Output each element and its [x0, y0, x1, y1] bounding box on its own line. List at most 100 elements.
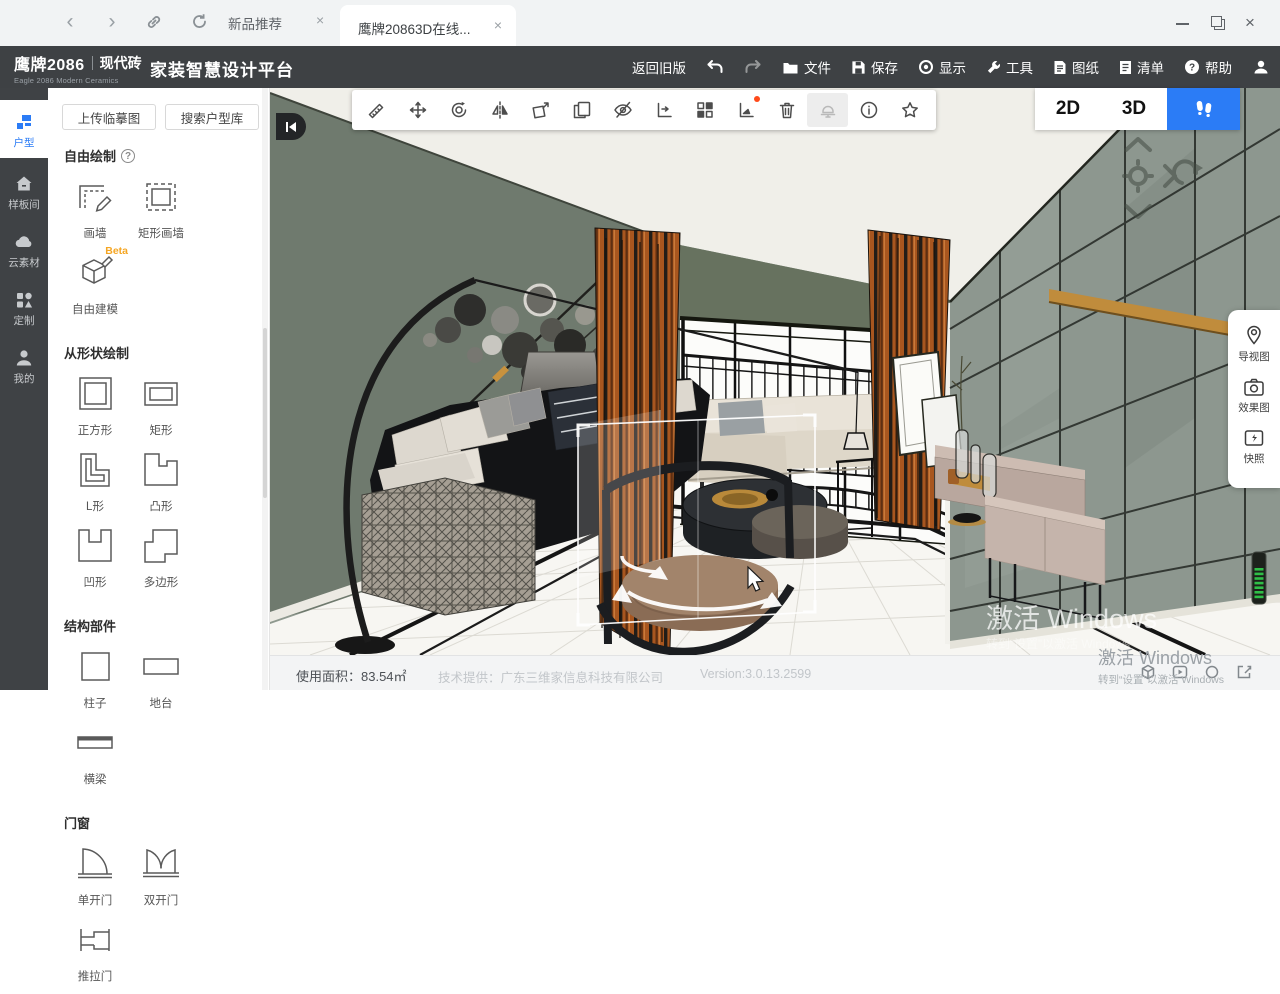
tab-close-icon[interactable]: ×	[494, 17, 502, 33]
link-icon[interactable]	[142, 13, 166, 37]
info-button[interactable]	[848, 93, 889, 127]
transform-tool-button[interactable]	[520, 93, 561, 127]
battery-indicator	[1252, 552, 1266, 604]
tool-l-shape[interactable]: L形	[62, 448, 128, 514]
render-image-button[interactable]: 效果图	[1238, 377, 1270, 415]
convex-shape-icon	[139, 448, 183, 492]
room-3d-scene: 激活 Windows 转到“设置”以激活 Windows	[270, 88, 1280, 655]
window-close-button[interactable]: ×	[1240, 13, 1260, 33]
video-icon[interactable]	[1172, 664, 1188, 680]
tool-convex-shape[interactable]: 凸形	[128, 448, 194, 514]
hide-tool-button[interactable]	[602, 93, 643, 127]
sidebar-item-custom[interactable]: 定制	[0, 290, 48, 328]
tools-menu[interactable]: 工具	[986, 57, 1033, 77]
tool-concave-shape[interactable]: 凹形	[62, 524, 128, 590]
tool-platform[interactable]: 地台	[128, 645, 194, 711]
tool-double-door[interactable]: 双开门	[128, 842, 194, 908]
model-cube-icon[interactable]	[1140, 664, 1156, 680]
snapshot-icon	[1243, 428, 1265, 448]
tool-beam[interactable]: 横梁	[62, 721, 128, 787]
tab-close-icon[interactable]: ×	[316, 12, 324, 28]
render-tools-panel: 导视图 效果图 快照	[1228, 310, 1280, 488]
mode-3d-button[interactable]: 3D	[1101, 88, 1167, 130]
object-toolbar	[352, 90, 936, 130]
tool-square[interactable]: 正方形	[62, 372, 128, 438]
help-menu[interactable]: ? 帮助	[1184, 57, 1232, 77]
redo-icon[interactable]	[744, 59, 762, 75]
tool-column[interactable]: 柱子	[62, 645, 128, 711]
ceiling-lamp-button[interactable]	[807, 93, 848, 127]
panel-scrollbar[interactable]	[262, 88, 268, 690]
watermark-subtext: 转到“设置”以激活 Windows	[986, 636, 1130, 651]
window-minimize-button[interactable]	[1173, 13, 1193, 33]
tool-free-modeling[interactable]: Beta 自由建模	[62, 251, 128, 317]
column-icon	[73, 645, 117, 689]
undo-icon[interactable]	[706, 59, 724, 75]
refresh-icon[interactable]	[187, 12, 211, 37]
browser-forward-icon[interactable]: ›	[100, 10, 124, 34]
floorplan-icon	[14, 112, 34, 132]
free-modeling-icon	[73, 251, 117, 295]
browser-back-icon[interactable]: ‹	[58, 10, 82, 34]
beam-icon	[73, 721, 117, 765]
drawings-menu[interactable]: 图纸	[1053, 57, 1099, 77]
favorite-button[interactable]	[889, 93, 930, 127]
tool-sliding-door[interactable]: 推拉门	[62, 918, 128, 984]
measure-tool-button[interactable]	[356, 93, 397, 127]
tool-rect-wall[interactable]: 矩形画墙	[128, 175, 194, 241]
copy-tool-button[interactable]	[561, 93, 602, 127]
tool-single-door[interactable]: 单开门	[62, 842, 128, 908]
collapse-panel-button[interactable]	[276, 113, 306, 140]
window-maximize-button[interactable]	[1207, 13, 1227, 33]
provider-text: 技术提供：广东三维家信息科技有限公司	[438, 667, 663, 686]
custom-blocks-icon	[14, 290, 34, 310]
mode-2d-button[interactable]: 2D	[1035, 88, 1101, 130]
sidebar-item-cloud-materials[interactable]: 云素材	[0, 232, 48, 270]
search-floorplan-library-button[interactable]: 搜索户型库	[165, 104, 259, 130]
tool-draw-wall[interactable]: 画墙	[62, 175, 128, 241]
upload-trace-image-button[interactable]: 上传临摹图	[62, 104, 156, 130]
app-header: 鹰牌2086 现代砖 Eagle 2086 Modern Ceramics 家装…	[0, 46, 1280, 88]
sidebar-item-mine[interactable]: 我的	[0, 348, 48, 386]
profile-icon[interactable]	[1252, 58, 1270, 76]
help-icon[interactable]: ?	[121, 149, 135, 163]
used-area-value: 使用面积：83.54㎡	[296, 666, 407, 685]
left-rail: 户型 样板间 云素材 定制 我的	[0, 88, 48, 690]
guide-view-icon	[1243, 324, 1265, 346]
mirror-tool-button[interactable]	[479, 93, 520, 127]
tool-rectangle[interactable]: 矩形	[128, 372, 194, 438]
group-tool-button[interactable]	[684, 93, 725, 127]
sidebar-item-floorplan[interactable]: 户型	[0, 100, 48, 158]
sidebar-item-showrooms[interactable]: 样板间	[0, 174, 48, 212]
delete-button[interactable]	[766, 93, 807, 127]
tab-new-products[interactable]: 新品推荐	[228, 13, 282, 33]
file-menu[interactable]: 文件	[782, 57, 831, 77]
tool-polygon[interactable]: 多边形	[128, 524, 194, 590]
move-tool-button[interactable]	[397, 93, 438, 127]
attach-to-wall-button[interactable]	[725, 93, 766, 127]
display-menu[interactable]: 显示	[918, 57, 966, 77]
save-button[interactable]: 保存	[851, 57, 898, 77]
beta-badge: Beta	[105, 245, 128, 257]
section-doors-windows: 门窗	[64, 813, 259, 832]
rotate-tool-button[interactable]	[438, 93, 479, 127]
section-structural-parts: 结构部件	[64, 616, 259, 635]
status-bar: 使用面积：83.54㎡ 技术提供：广东三维家信息科技有限公司 Version:3…	[270, 655, 1280, 690]
back-to-old-version-button[interactable]: 返回旧版	[632, 57, 686, 77]
house-icon	[14, 174, 34, 194]
floorplan-panel: 上传临摹图 搜索户型库 自由绘制 ? 画墙 矩形画墙 Beta 自由建模 从形状…	[48, 88, 270, 690]
tab-active-design[interactable]: 鹰牌20863D在线... ×	[340, 5, 516, 46]
concave-shape-icon	[73, 524, 117, 568]
list-menu[interactable]: 清单	[1119, 57, 1164, 77]
snapshot-button[interactable]: 快照	[1243, 428, 1265, 466]
design-viewport[interactable]: 激活 Windows 转到“设置”以激活 Windows	[270, 88, 1280, 655]
sliding-door-icon	[73, 918, 117, 962]
walk-mode-button[interactable]	[1167, 88, 1240, 130]
double-door-icon	[139, 842, 183, 886]
guide-view-button[interactable]: 导视图	[1238, 324, 1270, 364]
loading-ring-icon[interactable]	[1204, 664, 1220, 680]
svg-text:?: ?	[1189, 62, 1195, 73]
feedback-edit-icon[interactable]	[1236, 664, 1252, 680]
snap-to-wall-button[interactable]	[643, 93, 684, 127]
camera-icon	[1243, 377, 1265, 397]
